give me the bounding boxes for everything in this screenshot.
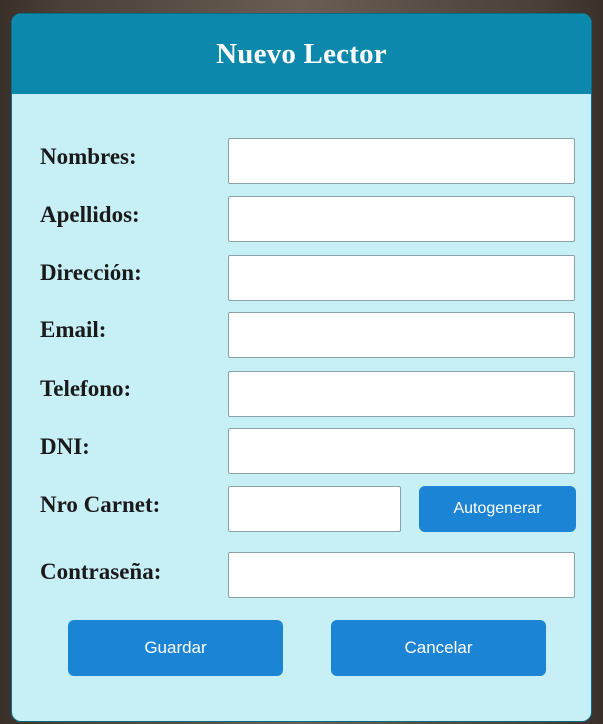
dialog-title: Nuevo Lector (216, 37, 387, 70)
dni-input[interactable] (228, 428, 575, 474)
direccion-input[interactable] (228, 255, 575, 301)
autogenerate-button[interactable]: Autogenerar (419, 486, 576, 532)
apellidos-label: Apellidos: (40, 202, 140, 227)
new-reader-dialog: Nuevo Lector Nombres: Apellidos: Direcci… (11, 13, 592, 722)
telefono-input[interactable] (228, 371, 575, 417)
email-label: Email: (40, 317, 107, 342)
nro-carnet-input[interactable] (228, 486, 401, 532)
nombres-label: Nombres: (40, 144, 137, 169)
email-input[interactable] (228, 312, 575, 358)
telefono-label: Telefono: (40, 376, 132, 401)
nombres-input[interactable] (228, 138, 575, 184)
cancel-button[interactable]: Cancelar (331, 620, 546, 676)
direccion-label: Dirección: (40, 260, 142, 285)
dni-label: DNI: (40, 434, 90, 459)
contrasena-input[interactable] (228, 552, 575, 598)
contrasena-label: Contraseña: (40, 559, 162, 584)
dialog-header: Nuevo Lector (12, 14, 591, 94)
nro-carnet-label: Nro Carnet: (40, 492, 161, 517)
save-button[interactable]: Guardar (68, 620, 283, 676)
apellidos-input[interactable] (228, 196, 575, 242)
